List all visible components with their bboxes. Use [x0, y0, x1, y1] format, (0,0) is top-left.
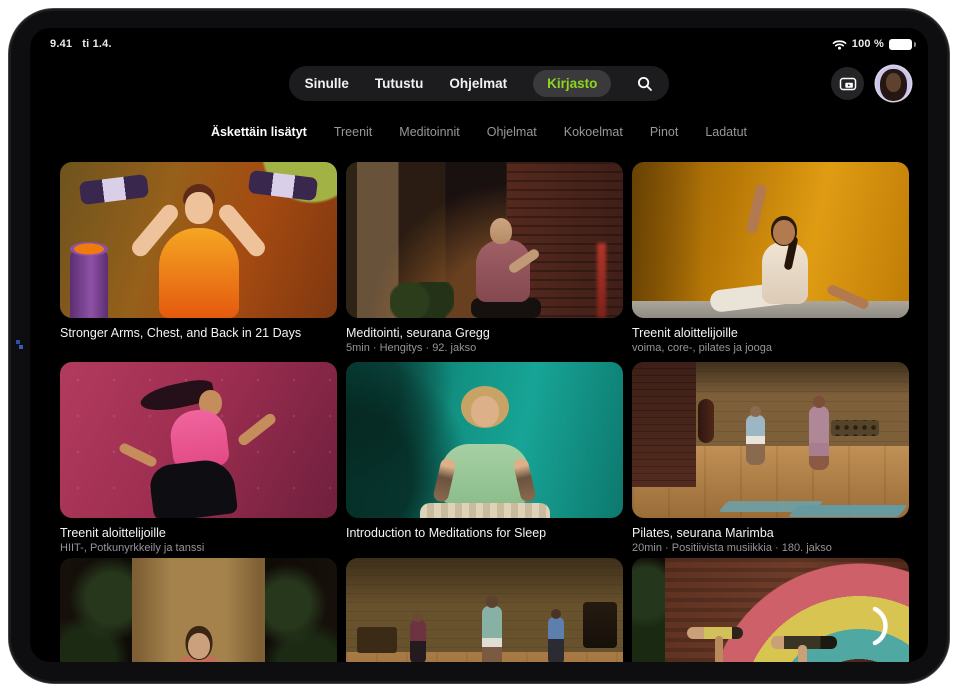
status-time: 9.41 [50, 38, 72, 50]
card-title: Meditointi, seurana Gregg [346, 326, 623, 340]
status-date: ti 1.4. [82, 38, 112, 50]
library-grid-row-3 [60, 558, 909, 662]
card-subtitle: 20min · Positiivista musiikkia · 180. ja… [632, 542, 909, 554]
subtab-ohjelmat[interactable]: Ohjelmat [487, 125, 537, 139]
card-artwork-yoga-orange [632, 162, 909, 318]
avatar-memoji-face [886, 73, 901, 92]
library-grid-row-2: Treenit aloittelijoille HIIT-, Potkunyrk… [60, 362, 909, 554]
wifi-icon [832, 39, 847, 50]
search-button[interactable] [637, 76, 653, 92]
card-artwork-dance-trio [346, 558, 623, 662]
status-left: 9.41 ti 1.4. [50, 38, 112, 50]
card-artwork-hiit-pink [60, 362, 337, 518]
workout-card[interactable]: Treenit aloittelijoille HIIT-, Potkunyrk… [60, 362, 337, 554]
card-title: Treenit aloittelijoille [60, 526, 337, 540]
workout-card[interactable]: Stronger Arms, Chest, and Back in 21 Day… [60, 162, 337, 354]
card-subtitle: HIIT-, Potkunyrkkeily ja tanssi [60, 542, 337, 554]
card-artwork-strength-illustration [60, 162, 337, 318]
battery-icon [889, 39, 912, 50]
status-bar: 9.41 ti 1.4. 100 % [50, 38, 912, 50]
subtab-ladatut[interactable]: Ladatut [705, 125, 747, 139]
card-title: Introduction to Meditations for Sleep [346, 526, 623, 540]
top-navigation: Sinulle Tutustu Ohjelmat Kirjasto [30, 66, 928, 101]
tab-tutustu[interactable]: Tutustu [375, 76, 423, 91]
card-subtitle: voima, core-, pilates ja jooga [632, 342, 909, 354]
battery-percent-label: 100 % [852, 38, 884, 50]
subtab-treenit[interactable]: Treenit [334, 125, 372, 139]
card-title: Treenit aloittelijoille [632, 326, 909, 340]
workout-card[interactable]: Pilates, seurana Marimba 20min · Positii… [632, 362, 909, 554]
workout-card[interactable]: Meditointi, seurana Gregg 5min · Hengity… [346, 162, 623, 354]
workout-card[interactable] [632, 558, 909, 662]
subtab-askettain-lisatyt[interactable]: Äskettäin lisätyt [211, 125, 307, 139]
ipad-screen: 9.41 ti 1.4. 100 % Sinulle Tut [30, 28, 928, 662]
card-artwork-pilates-studio [632, 362, 909, 518]
subtab-meditoinnit[interactable]: Meditoinnit [399, 125, 459, 139]
card-artwork-meditation-gregg [346, 162, 623, 318]
card-artwork-namaste-panel [60, 558, 337, 662]
tab-sinulle[interactable]: Sinulle [305, 76, 349, 91]
card-artwork-rainbow-mural [632, 558, 909, 662]
tab-ohjelmat[interactable]: Ohjelmat [449, 76, 507, 91]
search-icon [637, 76, 653, 92]
workout-card[interactable]: Introduction to Meditations for Sleep [346, 362, 623, 554]
ipad-device-frame: 9.41 ti 1.4. 100 % Sinulle Tut [8, 8, 950, 684]
profile-avatar[interactable] [876, 66, 911, 101]
card-artwork-meditation-teal [346, 362, 623, 518]
video-pip-icon [839, 76, 857, 92]
tab-kirjasto[interactable]: Kirjasto [533, 70, 611, 97]
subtab-kokoelmat[interactable]: Kokoelmat [564, 125, 623, 139]
nav-pill: Sinulle Tutustu Ohjelmat Kirjasto [289, 66, 670, 101]
card-subtitle: 5min · Hengitys · 92. jakso [346, 342, 623, 354]
workout-card[interactable] [346, 558, 623, 662]
video-pip-button[interactable] [831, 67, 864, 100]
bezel-mark [16, 340, 20, 344]
page-background: 9.41 ti 1.4. 100 % Sinulle Tut [0, 0, 958, 692]
library-subtabs: Äskettäin lisätyt Treenit Meditoinnit Oh… [30, 125, 928, 139]
card-title: Pilates, seurana Marimba [632, 526, 909, 540]
library-grid-row-1: Stronger Arms, Chest, and Back in 21 Day… [60, 162, 909, 354]
subtab-pinot[interactable]: Pinot [650, 125, 679, 139]
card-title: Stronger Arms, Chest, and Back in 21 Day… [60, 326, 337, 340]
status-right: 100 % [832, 38, 912, 50]
corner-crescent-mark [872, 606, 894, 646]
workout-card[interactable]: Treenit aloittelijoille voima, core-, pi… [632, 162, 909, 354]
workout-card[interactable] [60, 558, 337, 662]
